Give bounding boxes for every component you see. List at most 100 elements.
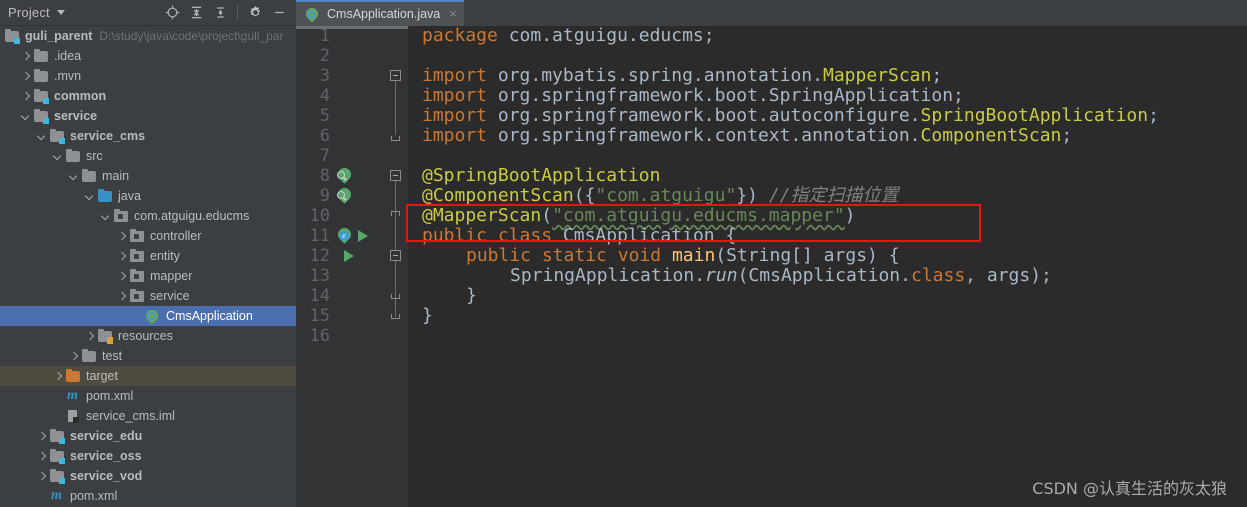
code-line-5[interactable]: import org.springframework.boot.autoconf… <box>422 106 1159 126</box>
expand-all-icon[interactable] <box>185 2 207 24</box>
spring-bean-class-icon[interactable]: e <box>335 225 354 245</box>
tree-row-test[interactable]: test <box>0 346 296 366</box>
code-editor[interactable]: 1 2 3 4 5 6 7 8 9 10 11 12 13 14 15 16 e package com.atg… <box>296 26 1247 507</box>
spring-bean-icon[interactable] <box>335 185 354 205</box>
tree-row-target[interactable]: target <box>0 366 296 386</box>
chevron-down-icon[interactable] <box>56 10 65 15</box>
chevron-right-icon[interactable] <box>36 471 47 482</box>
chevron-right-icon[interactable] <box>20 91 31 102</box>
code-line-12[interactable]: public static void main(String[] args) { <box>466 246 900 266</box>
tree-row-service-oss[interactable]: service_oss <box>0 446 296 466</box>
minimize-icon[interactable] <box>268 2 290 24</box>
tree-row-com-atguigu-educms[interactable]: com.atguigu.educms <box>0 206 296 226</box>
tree-row-service-cms[interactable]: service_cms <box>0 126 296 146</box>
tree-row-service[interactable]: service <box>0 286 296 306</box>
locate-icon[interactable] <box>161 2 183 24</box>
chevron-right-icon[interactable] <box>116 231 127 242</box>
tree-row-mapper[interactable]: mapper <box>0 266 296 286</box>
tree-row-controller[interactable]: controller <box>0 226 296 246</box>
tree-row-entity[interactable]: entity <box>0 246 296 266</box>
tree-row-service-vod[interactable]: service_vod <box>0 466 296 486</box>
code-line-1[interactable]: package com.atguigu.educms; <box>422 26 715 46</box>
resources-folder-icon <box>97 328 113 344</box>
code-line-10[interactable]: @MapperScan("com.atguigu.educms.mapper") <box>422 206 856 226</box>
tree-row-cmsapplication[interactable]: CmsApplication <box>0 306 296 326</box>
chevron-right-icon[interactable] <box>84 331 95 342</box>
tree-item-label: service <box>54 109 98 123</box>
close-icon[interactable]: × <box>449 7 457 20</box>
chevron-right-icon[interactable] <box>20 51 31 62</box>
tree-row-service-edu[interactable]: service_edu <box>0 426 296 446</box>
project-panel-title[interactable]: Project <box>8 5 50 20</box>
chevron-right-icon[interactable] <box>52 371 63 382</box>
code-line-3[interactable]: import org.mybatis.spring.annotation.Map… <box>422 66 942 86</box>
tree-row-root[interactable]: guli_parent D:\study\java\code\project\g… <box>0 26 296 46</box>
tree-row-service[interactable]: service <box>0 106 296 126</box>
code-token: ) <box>844 205 856 226</box>
code-line-6[interactable]: import org.springframework.context.annot… <box>422 126 1072 146</box>
chevron-down-icon[interactable] <box>84 191 95 202</box>
fold-marker[interactable] <box>391 294 400 299</box>
tree-row-main[interactable]: main <box>0 166 296 186</box>
tree-row-java[interactable]: java <box>0 186 296 206</box>
line-number: 2 <box>319 46 330 66</box>
folder-icon <box>33 68 49 84</box>
spring-bean-icon[interactable] <box>335 165 354 185</box>
folder-module-icon <box>4 28 20 44</box>
project-tree[interactable]: guli_parent D:\study\java\code\project\g… <box>0 26 296 507</box>
chevron-right-icon[interactable] <box>116 291 127 302</box>
horizontal-scrollbar[interactable] <box>296 26 408 29</box>
collapse-all-icon[interactable] <box>209 2 231 24</box>
code-token: SpringApplication. <box>510 265 706 286</box>
chevron-right-icon[interactable] <box>116 251 127 262</box>
code-line-13[interactable]: SpringApplication.run(CmsApplication.cla… <box>510 266 1052 286</box>
fold-marker[interactable] <box>390 170 401 181</box>
spring-class-icon <box>303 5 321 23</box>
editor-gutter[interactable]: 1 2 3 4 5 6 7 8 9 10 11 12 13 14 15 16 e <box>296 26 408 507</box>
module-folder-icon <box>49 448 65 464</box>
fold-marker[interactable] <box>391 211 400 216</box>
code-line-15[interactable]: } <box>422 306 433 326</box>
line-number: 3 <box>319 66 330 86</box>
fold-marker[interactable] <box>391 314 400 319</box>
code-line-11[interactable]: public class CmsApplication { <box>422 226 736 246</box>
chevron-right-icon[interactable] <box>36 451 47 462</box>
run-application-icon[interactable] <box>358 230 374 246</box>
watermark-text: CSDN @认真生活的灰太狼 <box>1032 479 1227 498</box>
tree-row-pom-xml[interactable]: m pom.xml <box>0 486 296 506</box>
code-token: @MapperScan <box>422 205 542 226</box>
tree-item-label: src <box>86 149 103 163</box>
chevron-down-icon[interactable] <box>20 111 31 122</box>
tree-row-resources[interactable]: resources <box>0 326 296 346</box>
fold-marker[interactable] <box>390 250 401 261</box>
tree-row-pom-xml[interactable]: m pom.xml <box>0 386 296 406</box>
code-line-4[interactable]: import org.springframework.boot.SpringAp… <box>422 86 964 106</box>
chevron-down-icon[interactable] <box>68 171 79 182</box>
chevron-down-icon[interactable] <box>36 131 47 142</box>
run-method-icon[interactable] <box>344 250 360 266</box>
folder-icon <box>33 48 49 64</box>
fold-marker[interactable] <box>390 70 401 81</box>
toolbar-divider <box>237 5 238 20</box>
chevron-down-icon[interactable] <box>52 151 63 162</box>
code-line-8[interactable]: @SpringBootApplication <box>422 166 660 186</box>
code-line-9[interactable]: @ComponentScan({"com.atguigu"}) //指定扫描位置 <box>422 186 899 206</box>
tree-row--mvn[interactable]: .mvn <box>0 66 296 86</box>
tree-row-service-cms-iml[interactable]: service_cms.iml <box>0 406 296 426</box>
fold-strip[interactable] <box>386 26 408 507</box>
tree-row--idea[interactable]: .idea <box>0 46 296 66</box>
chevron-right-icon[interactable] <box>36 431 47 442</box>
gear-icon[interactable] <box>244 2 266 24</box>
tree-root-label: guli_parent <box>25 29 93 43</box>
tree-row-src[interactable]: src <box>0 146 296 166</box>
tree-row-common[interactable]: common <box>0 86 296 106</box>
chevron-down-icon[interactable] <box>100 211 111 222</box>
code-text-area[interactable]: package com.atguigu.educms; import org.my… <box>408 26 1247 507</box>
chevron-right-icon[interactable] <box>68 351 79 362</box>
chevron-right-icon[interactable] <box>20 71 31 82</box>
chevron-right-icon[interactable] <box>116 271 127 282</box>
fold-marker[interactable] <box>391 136 400 141</box>
code-line-14[interactable]: } <box>466 286 477 306</box>
tab-cmsapplication-java[interactable]: CmsApplication.java × <box>296 0 464 26</box>
